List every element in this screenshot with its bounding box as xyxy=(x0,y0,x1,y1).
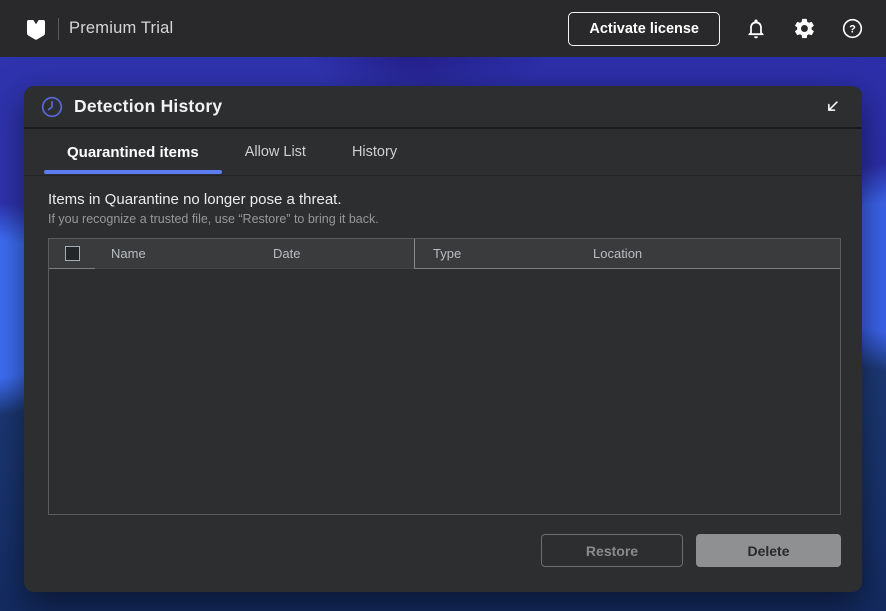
panel-title: Detection History xyxy=(74,96,223,116)
select-all-cell xyxy=(49,239,95,269)
table-header-row: Name Date Type Location xyxy=(49,239,840,269)
select-all-checkbox[interactable] xyxy=(64,246,80,261)
delete-button[interactable]: Delete xyxy=(696,534,841,567)
quarantine-table: Name Date Type Location xyxy=(48,238,841,515)
restore-button[interactable]: Restore xyxy=(541,534,683,567)
tab-label: Allow List xyxy=(244,144,306,160)
quarantine-description: Items in Quarantine no longer pose a thr… xyxy=(24,176,862,226)
bell-icon[interactable] xyxy=(744,17,768,41)
column-header-date: Date xyxy=(257,239,414,269)
table-body-empty xyxy=(49,269,840,514)
topbar-actions: Activate license ? xyxy=(568,11,864,46)
activate-license-button[interactable]: Activate license xyxy=(568,11,720,46)
brand-divider xyxy=(58,17,59,40)
action-buttons: Restore Delete xyxy=(24,515,862,567)
tab-label: History xyxy=(351,144,398,160)
description-heading: Items in Quarantine no longer pose a thr… xyxy=(48,191,342,208)
product-name: Premium Trial xyxy=(69,19,174,37)
detection-history-panel: Detection History Quarantined items Allo… xyxy=(24,86,862,592)
malwarebytes-logo xyxy=(24,17,48,41)
brand: Premium Trial xyxy=(24,17,173,41)
tab-quarantined-items[interactable]: Quarantined items xyxy=(44,129,222,175)
tab-allow-list[interactable]: Allow List xyxy=(222,129,329,175)
topbar: Premium Trial Activate license ? xyxy=(0,0,886,57)
clock-icon xyxy=(40,95,64,119)
panel-titlebar: Detection History xyxy=(24,86,862,129)
app-window: Premium Trial Activate license ? Detecti… xyxy=(0,0,886,611)
help-icon[interactable]: ? xyxy=(840,17,864,41)
description-subtext: If you recognize a trusted file, use “Re… xyxy=(48,212,379,226)
collapse-arrow-icon[interactable] xyxy=(820,95,844,119)
gear-icon[interactable] xyxy=(792,17,816,41)
tabs: Quarantined items Allow List History xyxy=(24,129,862,176)
tab-history[interactable]: History xyxy=(329,129,420,175)
svg-text:?: ? xyxy=(849,24,856,36)
column-header-name: Name xyxy=(95,239,257,269)
tab-label: Quarantined items xyxy=(67,143,199,161)
column-header-location: Location xyxy=(575,239,840,269)
column-header-type: Type xyxy=(414,239,575,269)
